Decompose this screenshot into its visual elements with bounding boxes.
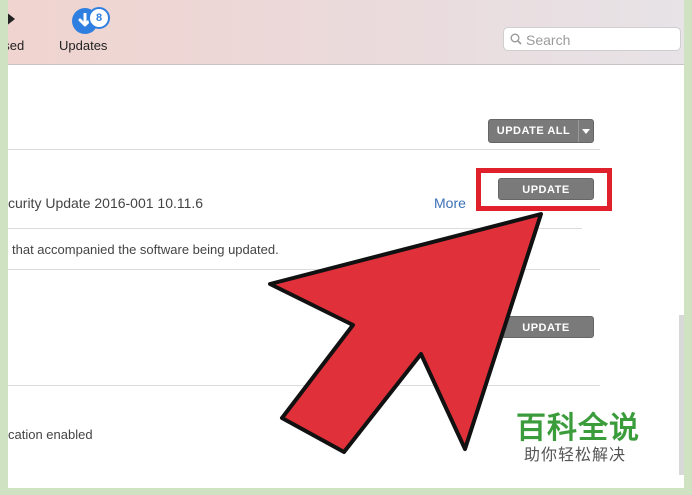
watermark-subtitle: 助你轻松解决 xyxy=(524,447,627,464)
